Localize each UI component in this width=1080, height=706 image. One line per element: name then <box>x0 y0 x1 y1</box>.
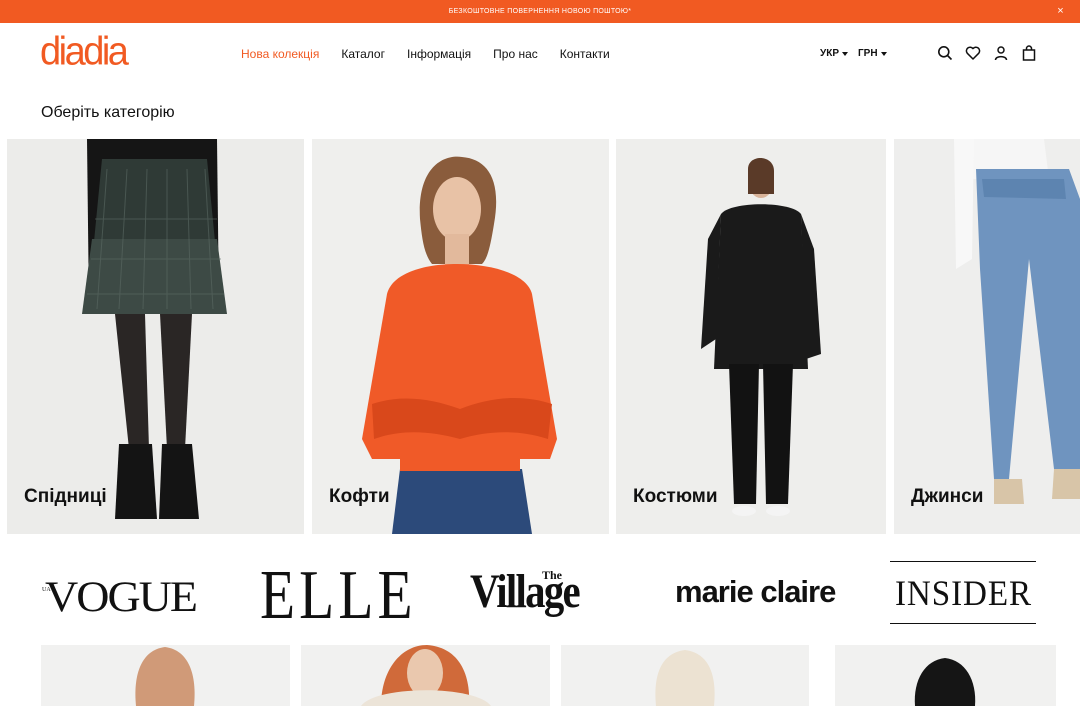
category-label: Спідниці <box>24 486 107 507</box>
category-label: Костюми <box>633 486 718 507</box>
promo-text: БЕЗКОШТОВНЕ ПОВЕРНЕННЯ НОВОЮ ПОШТОЮ* <box>448 8 632 15</box>
vogue-ua-label: UA <box>42 587 51 593</box>
nav-about[interactable]: Про нас <box>493 47 538 61</box>
chevron-down-icon <box>880 51 887 56</box>
press-logos: VOGUE UA ELLE Village The marie claire I… <box>0 556 1080 636</box>
category-jeans[interactable]: Джинси <box>894 139 1080 534</box>
category-sweaters[interactable]: Кофти <box>312 139 609 534</box>
main-nav: Нова колекція Каталог Інформація Про нас… <box>241 47 632 61</box>
language-select[interactable]: УКР <box>820 48 848 59</box>
close-icon[interactable]: × <box>1057 4 1064 18</box>
product-image <box>301 645 550 706</box>
product-image <box>41 645 290 706</box>
product-card[interactable] <box>561 645 809 706</box>
currency-select[interactable]: ГРН <box>858 48 887 59</box>
elle-logo[interactable]: ELLE <box>260 556 417 636</box>
currency-label: ГРН <box>858 48 878 59</box>
village-the-label: The <box>542 568 563 582</box>
user-icon[interactable] <box>993 45 1009 61</box>
site-header: diadia Нова колекція Каталог Інформація … <box>0 23 1080 85</box>
village-logo[interactable]: Village <box>470 564 581 619</box>
category-image <box>7 139 304 534</box>
category-suits[interactable]: Костюми <box>616 139 886 534</box>
product-card[interactable] <box>41 645 290 706</box>
marie-claire-logo[interactable]: marie claire <box>675 574 836 610</box>
promo-bar: БЕЗКОШТОВНЕ ПОВЕРНЕННЯ НОВОЮ ПОШТОЮ* × <box>0 0 1080 23</box>
category-label: Кофти <box>329 486 390 507</box>
bag-icon[interactable] <box>1021 45 1037 61</box>
insider-logo[interactable]: INSIDER <box>890 561 1036 624</box>
heart-icon[interactable] <box>965 45 981 61</box>
language-label: УКР <box>820 48 839 59</box>
chevron-down-icon <box>842 51 848 56</box>
header-icons <box>937 45 1037 61</box>
category-image <box>894 139 1080 534</box>
product-card[interactable] <box>835 645 1056 706</box>
section-title: Оберіть категорію <box>41 104 175 121</box>
category-image <box>312 139 609 534</box>
category-image <box>616 139 886 534</box>
product-image <box>835 645 1056 706</box>
search-icon[interactable] <box>937 45 953 61</box>
product-card[interactable] <box>301 645 550 706</box>
product-image <box>561 645 809 706</box>
logo[interactable]: diadia <box>40 30 129 75</box>
nav-contacts[interactable]: Контакти <box>560 47 610 61</box>
insider-label: INSIDER <box>894 572 1032 613</box>
nav-catalog[interactable]: Каталог <box>341 47 385 61</box>
category-skirts[interactable]: Спідниці <box>7 139 304 534</box>
nav-information[interactable]: Інформація <box>407 47 471 61</box>
category-label: Джинси <box>911 486 984 507</box>
nav-new-collection[interactable]: Нова колекція <box>241 47 319 61</box>
vogue-logo[interactable]: VOGUE <box>45 571 198 621</box>
